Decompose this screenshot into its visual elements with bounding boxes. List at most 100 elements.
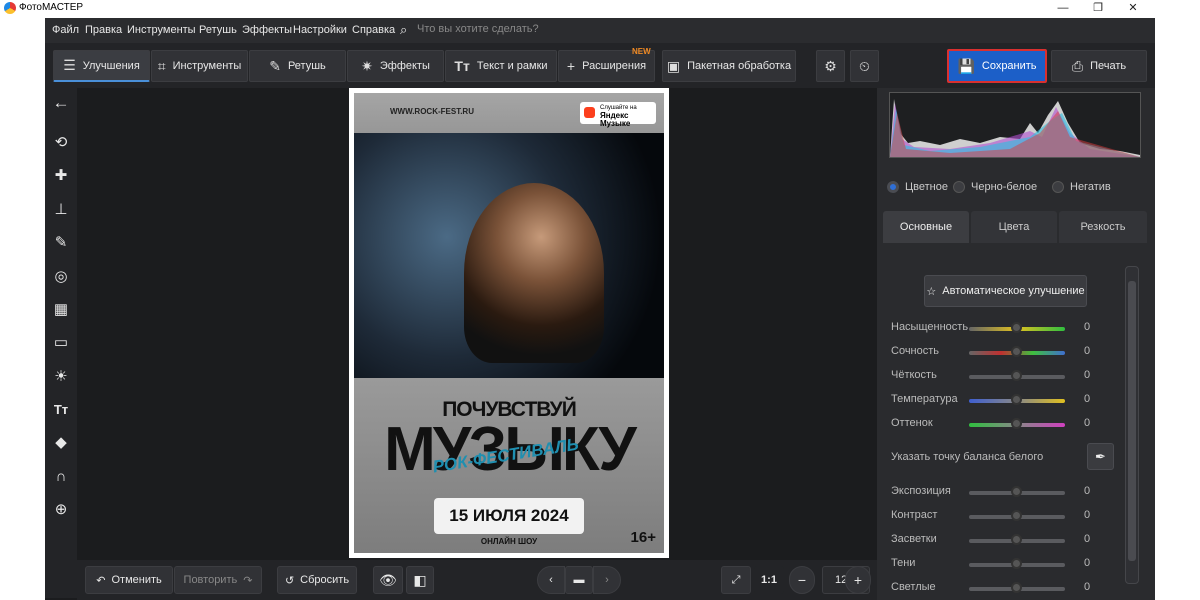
stamp-icon[interactable]: ⊥ <box>52 201 70 219</box>
sphere-icon[interactable]: ⊕ <box>52 501 70 519</box>
paint-bucket-icon[interactable]: ◆ <box>52 434 70 452</box>
chevron-left-icon: ‹ <box>549 574 553 586</box>
text-icon[interactable]: Tт <box>52 401 70 419</box>
back-arrow-icon[interactable]: ← <box>52 94 70 112</box>
actual-size-button[interactable]: 1:1 <box>754 566 784 594</box>
tint-slider[interactable]: Оттенок 0 <box>891 414 1121 434</box>
tab-effects[interactable]: ✷ Эффекты <box>347 50 444 82</box>
menu-tools[interactable]: Инструменты <box>127 24 196 36</box>
tint-value: 0 <box>1084 417 1091 429</box>
tab-tools[interactable]: ⌗ Инструменты <box>151 50 248 82</box>
magnet-icon[interactable]: ∩ <box>52 468 70 486</box>
vibrance-slider[interactable]: Сочность 0 <box>891 342 1121 362</box>
tab-effects-label: Эффекты <box>379 60 430 72</box>
search-icon[interactable]: ⌕ <box>400 22 407 38</box>
menu-file[interactable]: Файл <box>52 24 79 36</box>
presets-add-button[interactable]: ⚙ <box>816 50 845 82</box>
shadows-value: 0 <box>1084 557 1091 569</box>
clarity-slider[interactable]: Чёткость 0 <box>891 366 1121 386</box>
tab-retouch[interactable]: ✎ Ретушь <box>249 50 346 82</box>
presets-history-button[interactable]: ⏲ <box>850 50 879 82</box>
redo-button[interactable]: Повторить ↷ <box>174 566 262 594</box>
saturation-slider[interactable]: Насыщенность 0 <box>891 318 1121 338</box>
auto-enhance-button[interactable]: ☆ Автоматическое улучшение <box>924 275 1087 307</box>
radial-filter-icon[interactable]: ◎ <box>52 268 70 286</box>
tab-enhance[interactable]: ☰ Улучшения <box>53 50 150 82</box>
highlights-slider[interactable]: Засветки 0 <box>891 530 1121 550</box>
panel-tabs: Основные Цвета Резкость <box>883 211 1147 243</box>
zoom-in-button[interactable]: + <box>845 566 871 594</box>
compare-button[interactable]: ◧ <box>406 566 434 594</box>
tab-colors[interactable]: Цвета <box>971 211 1057 243</box>
eyedropper-button[interactable]: ✒ <box>1087 443 1114 470</box>
slider-knob[interactable] <box>1011 582 1022 593</box>
slider-knob[interactable] <box>1011 418 1022 429</box>
bandage-icon[interactable]: ✚ <box>52 167 70 185</box>
batch-processing-button[interactable]: ▣ Пакетная обработка <box>662 50 796 82</box>
undo-button[interactable]: ↶ Отменить <box>85 566 173 594</box>
minimize-button[interactable]: — <box>1048 0 1078 18</box>
mode-bw-label: Черно-белое <box>971 181 1038 193</box>
menu-settings[interactable]: Настройки <box>293 24 347 36</box>
tab-enhance-label: Улучшения <box>82 59 140 72</box>
prev-image-button[interactable]: ‹ <box>537 566 565 594</box>
rotate-crop-icon[interactable]: ⟲ <box>52 134 70 152</box>
vignette-icon[interactable]: ▭ <box>52 334 70 352</box>
slider-knob[interactable] <box>1011 558 1022 569</box>
menu-edit[interactable]: Правка <box>85 24 122 36</box>
fit-screen-button[interactable]: ⤢ <box>721 566 751 594</box>
slider-knob[interactable] <box>1011 486 1022 497</box>
yandex-music-badge: Слушайте на Яндекс Музыке <box>580 102 656 128</box>
panel-scrollbar[interactable] <box>1125 266 1139 584</box>
slider-knob[interactable] <box>1011 510 1022 521</box>
reset-button[interactable]: ↺ Сбросить <box>277 566 357 594</box>
zoom-out-button[interactable]: − <box>789 566 815 594</box>
undo-label: Отменить <box>111 574 162 586</box>
clarity-value: 0 <box>1084 369 1091 381</box>
search-input[interactable]: Что вы хотите сделать? <box>417 23 539 35</box>
eyedropper-icon: ✒ <box>1095 449 1106 464</box>
slider-knob[interactable] <box>1011 370 1022 381</box>
scrollbar-thumb[interactable] <box>1128 281 1136 561</box>
shadows-slider[interactable]: Тени 0 <box>891 554 1121 574</box>
whites-slider[interactable]: Светлые 0 <box>891 578 1121 598</box>
menu-retouch[interactable]: Ретушь <box>199 24 237 36</box>
poster-age: 16+ <box>630 529 656 546</box>
poster-online: ОНЛАЙН ШОУ <box>480 537 538 546</box>
gradient-filter-icon[interactable]: ▦ <box>52 301 70 319</box>
tab-sharpness[interactable]: Резкость <box>1059 211 1147 243</box>
image-canvas[interactable]: WWW.ROCK-FEST.RU Слушайте на Яндекс Музы… <box>77 88 877 560</box>
next-image-button[interactable]: › <box>593 566 621 594</box>
print-button[interactable]: ⎙ Печать <box>1051 50 1147 82</box>
saturation-value: 0 <box>1084 321 1091 333</box>
save-button[interactable]: 💾 Сохранить <box>947 49 1047 83</box>
slider-knob[interactable] <box>1011 394 1022 405</box>
main-toolbar: ☰ Улучшения ⌗ Инструменты ✎ Ретушь ✷ Эфф… <box>45 43 1155 88</box>
highlights-value: 0 <box>1084 533 1091 545</box>
maximize-button[interactable]: ❐ <box>1083 0 1113 18</box>
temperature-slider[interactable]: Температура 0 <box>891 390 1121 410</box>
poster-image: WWW.ROCK-FEST.RU Слушайте на Яндекс Музы… <box>349 88 669 558</box>
minus-icon: − <box>797 572 807 588</box>
slider-knob[interactable] <box>1011 322 1022 333</box>
light-icon[interactable]: ☀ <box>52 368 70 386</box>
contrast-slider[interactable]: Контраст 0 <box>891 506 1121 526</box>
tab-text-frames[interactable]: Tт Текст и рамки <box>445 50 557 82</box>
close-button[interactable]: ✕ <box>1118 0 1148 18</box>
folder-icon: ▬ <box>573 574 585 586</box>
mode-color-radio[interactable]: Цветное <box>887 181 948 193</box>
mode-bw-radio[interactable]: Черно-белое <box>953 181 1037 193</box>
exposure-slider[interactable]: Экспозиция 0 <box>891 482 1121 502</box>
menu-effects[interactable]: Эффекты <box>242 24 292 36</box>
tab-extensions-label: Расширения <box>582 60 647 72</box>
mode-negative-radio[interactable]: Негатив <box>1052 181 1111 193</box>
slider-knob[interactable] <box>1011 346 1022 357</box>
window-title: ФотоМАСТЕР <box>19 2 84 13</box>
brush-icon[interactable]: ✎ <box>52 234 70 252</box>
open-folder-button[interactable]: ▬ <box>565 566 593 594</box>
redo-icon: ↷ <box>243 574 253 587</box>
slider-knob[interactable] <box>1011 534 1022 545</box>
menu-help[interactable]: Справка <box>352 24 395 36</box>
preview-eye-button[interactable]: 👁 <box>373 566 403 594</box>
tab-basic[interactable]: Основные <box>883 211 969 243</box>
